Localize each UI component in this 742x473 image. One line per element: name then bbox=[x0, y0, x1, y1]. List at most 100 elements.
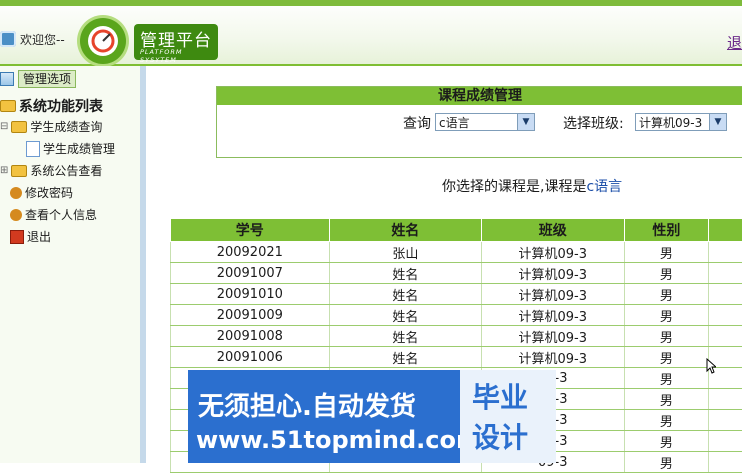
logout-link[interactable]: 退 bbox=[727, 32, 742, 53]
header-extra bbox=[709, 219, 742, 242]
watermark-line1: 无须担心.自动发货 bbox=[198, 386, 416, 423]
tree-root-label: 系统功能列表 bbox=[19, 96, 103, 116]
brand-badge: 管理平台 PLATFORM SYSYTEM bbox=[134, 24, 218, 60]
selected-course-line: 你选择的课程是,课程是c语言 bbox=[442, 176, 622, 196]
sidebar-item-label: 系统公告查看 bbox=[30, 162, 102, 179]
watermark-line2: www.51topmind.com bbox=[196, 426, 481, 454]
class-label: 选择班级: bbox=[563, 113, 624, 133]
cell-name: 姓名 bbox=[329, 263, 481, 284]
chevron-down-icon[interactable]: ▼ bbox=[517, 114, 534, 130]
cell-extra bbox=[709, 242, 742, 263]
expand-icon[interactable]: ⊟ bbox=[0, 121, 8, 132]
cell-student-id: 20091008 bbox=[171, 326, 330, 347]
cell-gender: 男 bbox=[624, 389, 709, 410]
header-name: 姓名 bbox=[329, 219, 481, 242]
selected-course-prefix: 你选择的课程是,课程是 bbox=[442, 179, 586, 195]
cell-extra bbox=[709, 410, 742, 431]
cell-name: 张山 bbox=[329, 242, 481, 263]
header-gender: 性别 bbox=[624, 219, 709, 242]
watermark-right: 毕业 设计 bbox=[460, 370, 556, 463]
cell-extra bbox=[709, 452, 742, 473]
sidebar-tab[interactable]: 管理选项 bbox=[18, 70, 76, 88]
sidebar-header: 管理选项 bbox=[0, 70, 76, 88]
watermark-left: 无须担心.自动发货 www.51topmind.com bbox=[188, 370, 460, 463]
table-row: 20091006姓名计算机09-3男 bbox=[171, 347, 742, 368]
cell-gender: 男 bbox=[624, 410, 709, 431]
sidebar-item-score-query[interactable]: ⊟ 学生成绩查询 bbox=[0, 118, 102, 135]
watermark-right2: 设计 bbox=[472, 416, 528, 456]
query-panel: 课程成绩管理 查询 c语言 ▼ 选择班级: 计算机09-3 ▼ bbox=[216, 86, 742, 158]
cell-extra bbox=[709, 389, 742, 410]
table-row: 20091007姓名计算机09-3男 bbox=[171, 263, 742, 284]
course-select[interactable]: c语言 ▼ bbox=[435, 113, 535, 131]
key-icon bbox=[10, 187, 22, 199]
edit-document-icon bbox=[26, 141, 40, 157]
sidebar-item-label: 查看个人信息 bbox=[25, 206, 97, 223]
selected-course-value: c语言 bbox=[586, 179, 622, 195]
sidebar-item-label: 修改密码 bbox=[25, 184, 73, 201]
sidebar-item-exit[interactable]: 退出 bbox=[10, 228, 51, 245]
folder-icon bbox=[11, 121, 27, 133]
cell-gender: 男 bbox=[624, 347, 709, 368]
cell-gender: 男 bbox=[624, 242, 709, 263]
cell-name: 姓名 bbox=[329, 347, 481, 368]
cell-extra bbox=[709, 326, 742, 347]
sidebar-item-label: 退出 bbox=[27, 228, 51, 245]
cell-extra bbox=[709, 263, 742, 284]
cell-student-id: 20091006 bbox=[171, 347, 330, 368]
class-select[interactable]: 计算机09-3 ▼ bbox=[635, 113, 727, 131]
cell-gender: 男 bbox=[624, 431, 709, 452]
exit-icon bbox=[10, 230, 24, 244]
folder-icon bbox=[11, 165, 27, 177]
cell-gender: 男 bbox=[624, 305, 709, 326]
chevron-down-icon[interactable]: ▼ bbox=[709, 114, 726, 130]
cell-class: 计算机09-3 bbox=[482, 263, 624, 284]
sidebar-item-label: 学生成绩查询 bbox=[30, 118, 102, 135]
user-icon bbox=[0, 31, 16, 47]
watermark-right1: 毕业 bbox=[472, 376, 528, 416]
cell-class: 计算机09-3 bbox=[482, 326, 624, 347]
table-row: 20092021张山计算机09-3男 bbox=[171, 242, 742, 263]
sidebar-item-label: 学生成绩管理 bbox=[43, 140, 115, 157]
panel-title: 课程成绩管理 bbox=[217, 87, 742, 105]
header: 欢迎您-- 管理平台 PLATFORM SYSYTEM 退 bbox=[0, 0, 742, 66]
mouse-cursor-icon bbox=[706, 358, 716, 374]
logo-inner bbox=[88, 26, 118, 56]
sidebar-item-change-password[interactable]: 修改密码 bbox=[10, 184, 73, 201]
cell-name: 姓名 bbox=[329, 305, 481, 326]
cell-gender: 男 bbox=[624, 326, 709, 347]
header-student-id: 学号 bbox=[171, 219, 330, 242]
key-icon bbox=[10, 209, 22, 221]
table-row: 20091008姓名计算机09-3男 bbox=[171, 326, 742, 347]
brand-subtitle: PLATFORM SYSYTEM bbox=[140, 48, 218, 64]
logo bbox=[80, 18, 126, 64]
sidebar-item-score-manage[interactable]: 学生成绩管理 bbox=[26, 140, 115, 157]
cell-class: 计算机09-3 bbox=[482, 347, 624, 368]
cell-name: 姓名 bbox=[329, 326, 481, 347]
table-row: 20091009姓名计算机09-3男 bbox=[171, 305, 742, 326]
query-label: 查询 bbox=[403, 113, 431, 133]
course-select-value: c语言 bbox=[439, 116, 470, 130]
header-class: 班级 bbox=[482, 219, 624, 242]
header-top-strip bbox=[0, 0, 742, 6]
cell-class: 计算机09-3 bbox=[482, 284, 624, 305]
cell-student-id: 20091009 bbox=[171, 305, 330, 326]
watermark-banner: 无须担心.自动发货 www.51topmind.com 毕业 设计 bbox=[188, 370, 556, 463]
welcome-text: 欢迎您-- bbox=[20, 31, 65, 48]
table-header-row: 学号 姓名 班级 性别 bbox=[171, 219, 742, 242]
cell-gender: 男 bbox=[624, 263, 709, 284]
sidebar-item-profile[interactable]: 查看个人信息 bbox=[10, 206, 97, 223]
class-select-value: 计算机09-3 bbox=[639, 116, 702, 130]
cell-class: 计算机09-3 bbox=[482, 305, 624, 326]
tree-root[interactable]: 系统功能列表 bbox=[0, 96, 103, 116]
grid-icon bbox=[0, 72, 14, 86]
table-row: 20091010姓名计算机09-3男 bbox=[171, 284, 742, 305]
cell-gender: 男 bbox=[624, 284, 709, 305]
sidebar-item-notice[interactable]: ⊞ 系统公告查看 bbox=[0, 162, 102, 179]
cell-name: 姓名 bbox=[329, 284, 481, 305]
folder-icon bbox=[0, 100, 16, 112]
cell-student-id: 20091007 bbox=[171, 263, 330, 284]
expand-icon[interactable]: ⊞ bbox=[0, 165, 8, 176]
cell-extra bbox=[709, 431, 742, 452]
welcome-area: 欢迎您-- bbox=[0, 28, 65, 50]
